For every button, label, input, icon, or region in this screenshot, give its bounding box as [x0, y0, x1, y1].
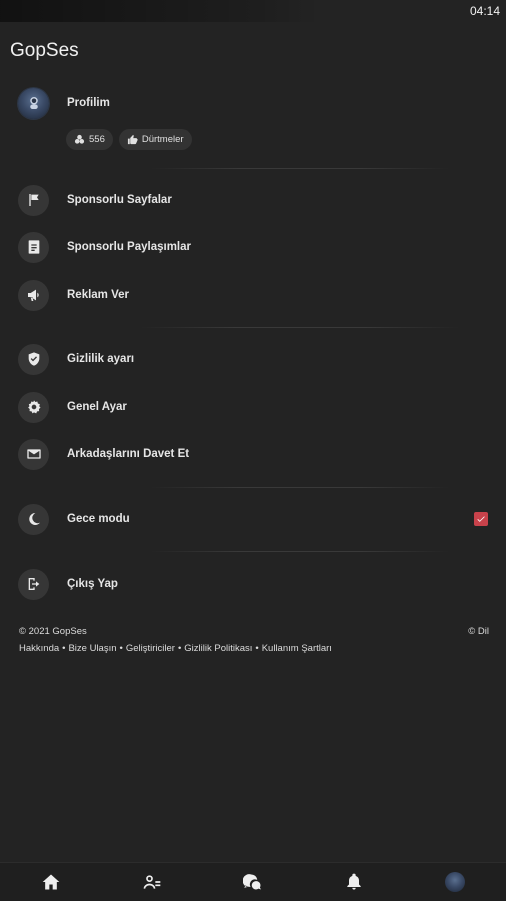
footer-separator: • [177, 643, 182, 654]
nav-notifications-button[interactable] [334, 865, 374, 899]
menu-item-general-settings[interactable]: Genel Ayar [18, 391, 488, 423]
moon-icon [28, 512, 40, 525]
app-title: GopSes [10, 40, 79, 61]
profile-label: Profilim [67, 97, 110, 109]
coins-icon [74, 134, 85, 144]
divider [150, 487, 450, 488]
mail-icon [26, 449, 41, 459]
post-icon [28, 240, 39, 254]
nav-chat-button[interactable] [233, 865, 273, 899]
copyright: © 2021 GopSes [19, 626, 87, 637]
nav-friends-button[interactable] [132, 865, 172, 899]
copyright-symbol-icon: © [468, 626, 476, 637]
menu-item-invite-friends[interactable]: Arkadaşlarını Davet Et [18, 438, 488, 470]
logout-icon [28, 578, 39, 590]
nav-profile-button[interactable] [435, 865, 475, 899]
menu-item-label: Reklam Ver [67, 289, 130, 301]
footer-link-terms[interactable]: Kullanım Şartları [262, 643, 332, 654]
pokes-chip[interactable]: Dürtmeler [118, 129, 192, 150]
menu-item-sponsored-pages[interactable]: Sponsorlu Sayfalar [18, 184, 488, 216]
menu-item-label: Genel Ayar [67, 401, 127, 413]
profile-chips: 556 Dürtmeler [66, 129, 192, 150]
night-mode-label: Gece modu [67, 513, 130, 525]
menu-item-label: Sponsorlu Sayfalar [67, 194, 172, 206]
menu-item-sponsored-posts[interactable]: Sponsorlu Paylaşımlar [18, 231, 488, 263]
footer-link-contact[interactable]: Bize Ulaşın [68, 643, 116, 654]
menu-item-label: Gizlilik ayarı [67, 353, 135, 365]
megaphone-icon [27, 289, 39, 301]
status-time: 04:14 [469, 4, 500, 18]
divider [140, 327, 460, 328]
astronaut-icon [29, 97, 38, 109]
logout-row[interactable]: Çıkış Yap [18, 568, 488, 600]
status-bar-shade [0, 0, 320, 22]
footer-separator: • [119, 643, 123, 654]
bell-icon [347, 873, 361, 890]
footer-links: Hakkında • Bize Ulaşın • Geliştiriciler • Gizl… [19, 643, 332, 654]
profile-row[interactable]: Profilim [18, 87, 488, 119]
divider [150, 168, 450, 169]
avatar[interactable] [18, 87, 49, 119]
friends-icon [143, 875, 161, 889]
menu-item-label: Sponsorlu Paylaşımlar [67, 241, 191, 253]
nav-home-button[interactable] [31, 865, 71, 899]
bottom-nav [0, 862, 506, 901]
footer-separator: • [62, 643, 66, 654]
footer-link-privacy-policy[interactable]: Gizlilik Politikası [184, 643, 252, 654]
footer-separator: • [255, 643, 259, 654]
gear-icon [27, 400, 41, 414]
menu-item-advertise[interactable]: Reklam Ver [18, 279, 488, 311]
thumbs-up-icon [127, 134, 138, 145]
shield-icon [28, 352, 39, 366]
pokes-label: Dürtmeler [141, 134, 184, 145]
footer-link-developers[interactable]: Geliştiriciler [126, 643, 175, 654]
logout-label: Çıkış Yap [67, 578, 118, 590]
menu-item-label: Arkadaşlarını Davet Et [67, 448, 190, 460]
flag-icon [28, 194, 39, 206]
language-link[interactable]: © Dil [468, 626, 489, 637]
points-chip[interactable]: 556 [66, 129, 113, 150]
points-value: 556 [89, 134, 105, 145]
avatar [445, 872, 466, 892]
status-bar: 04:14 [0, 0, 506, 22]
divider [150, 551, 450, 552]
night-mode-row[interactable]: Gece modu [18, 503, 488, 535]
home-icon [42, 874, 59, 890]
menu-item-privacy[interactable]: Gizlilik ayarı [18, 343, 488, 375]
night-mode-checkbox[interactable] [474, 512, 488, 526]
check-icon [477, 516, 485, 522]
chat-icon [242, 874, 261, 890]
language-label: Dil [477, 626, 489, 637]
footer-link-about[interactable]: Hakkında [19, 643, 59, 654]
